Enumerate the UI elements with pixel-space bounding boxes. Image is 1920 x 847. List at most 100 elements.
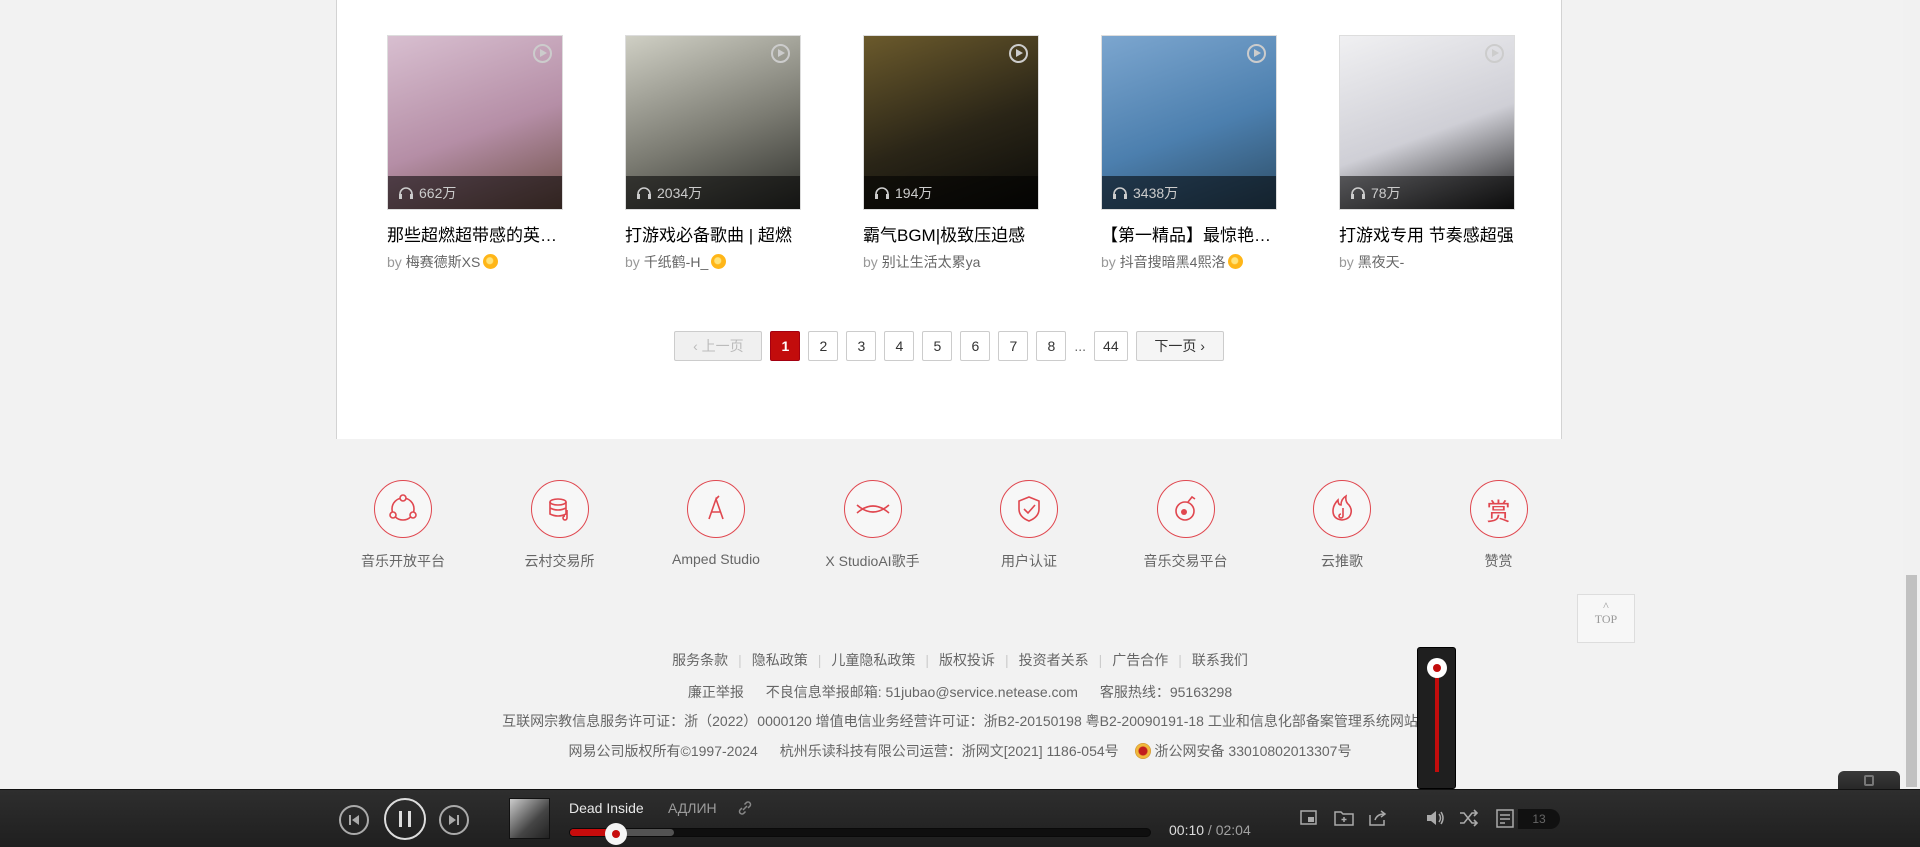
headphones-icon bbox=[399, 186, 413, 199]
page-8-button[interactable]: 8 bbox=[1036, 331, 1067, 361]
service-music-trade[interactable]: 音乐交易平台 bbox=[1106, 480, 1266, 571]
playlist-title[interactable]: 打游戏专用 节奏感超强 bbox=[1339, 221, 1515, 246]
playlist-title[interactable]: 霸气BGM|极致压迫感 bbox=[863, 221, 1039, 246]
playlist-cover[interactable]: 2034万 bbox=[625, 35, 801, 210]
playlist-cover[interactable]: 194万 bbox=[863, 35, 1039, 210]
artist-name[interactable]: АДЛИН bbox=[668, 800, 717, 816]
service-promote[interactable]: 云推歌 bbox=[1262, 480, 1422, 571]
reward-icon[interactable]: 赏 bbox=[1469, 480, 1528, 538]
playlist-title[interactable]: 那些超燃超带感的英文歌 bbox=[387, 221, 563, 246]
play-icon[interactable] bbox=[533, 44, 552, 63]
play-icon[interactable] bbox=[1485, 44, 1504, 63]
next-track-button[interactable] bbox=[439, 805, 469, 835]
service-amped-studio[interactable]: Amped Studio bbox=[636, 480, 796, 567]
report-link[interactable]: 廉正举报 bbox=[688, 684, 744, 700]
playlist-title[interactable]: 打游戏必备歌曲 | 超燃 bbox=[625, 221, 801, 246]
footer-link[interactable]: 隐私政策 bbox=[752, 652, 808, 668]
now-playing-cover[interactable] bbox=[509, 798, 550, 839]
lock-icon bbox=[1864, 775, 1874, 786]
add-to-folder-icon[interactable] bbox=[1333, 808, 1355, 828]
exchange-icon[interactable] bbox=[530, 480, 589, 538]
playlist-count[interactable]: 13 bbox=[1518, 809, 1560, 829]
playlist-grid: 662万 那些超燃超带感的英文歌 by 梅赛德斯XS 2034万 打游戏必备歌曲 | 超… bbox=[387, 35, 1515, 272]
author-link[interactable]: 千纸鹤-H_ bbox=[644, 254, 709, 270]
open-platform-icon[interactable] bbox=[374, 480, 432, 538]
service-label[interactable]: 用户认证 bbox=[949, 551, 1109, 571]
volume-knob[interactable] bbox=[1427, 658, 1447, 678]
prev-page-button[interactable]: ‹ 上一页 bbox=[674, 331, 763, 361]
source-link-icon[interactable] bbox=[737, 800, 753, 816]
service-label[interactable]: 音乐交易平台 bbox=[1106, 551, 1266, 571]
page-5-button[interactable]: 5 bbox=[922, 331, 953, 361]
playlist-card[interactable]: 3438万 【第一精品】最惊艳的歌 by 抖音搜暗黑4熙洛 bbox=[1101, 35, 1277, 272]
author-link[interactable]: 别让生活太累ya bbox=[882, 254, 981, 270]
playlist-cover[interactable]: 78万 bbox=[1339, 35, 1515, 210]
x-studio-icon[interactable] bbox=[843, 480, 902, 538]
previous-track-button[interactable] bbox=[339, 805, 369, 835]
next-page-button[interactable]: 下一页 › bbox=[1135, 331, 1224, 361]
volume-popup bbox=[1417, 647, 1456, 789]
page-7-button[interactable]: 7 bbox=[998, 331, 1029, 361]
report-email: 不良信息举报邮箱: 51jubao@service.netease.com bbox=[765, 684, 1078, 700]
service-label[interactable]: Amped Studio bbox=[636, 551, 796, 567]
page-scrollbar[interactable] bbox=[1903, 0, 1920, 789]
scrollbar-thumb[interactable] bbox=[1906, 575, 1917, 787]
volume-icon[interactable] bbox=[1424, 808, 1446, 828]
playlist-cover[interactable]: 3438万 bbox=[1101, 35, 1277, 210]
playlist-cover[interactable]: 662万 bbox=[387, 35, 563, 210]
page-last-button[interactable]: 44 bbox=[1094, 331, 1128, 361]
author-link[interactable]: 梅赛德斯XS bbox=[406, 254, 481, 270]
service-label[interactable]: 云村交易所 bbox=[480, 551, 640, 571]
player-lock-tab[interactable] bbox=[1838, 771, 1900, 791]
page-4-button[interactable]: 4 bbox=[884, 331, 915, 361]
playlist-card[interactable]: 194万 霸气BGM|极致压迫感 by 别让生活太累ya bbox=[863, 35, 1039, 272]
page-6-button[interactable]: 6 bbox=[960, 331, 991, 361]
progress-handle[interactable] bbox=[605, 823, 628, 845]
author-link[interactable]: 黑夜天- bbox=[1358, 254, 1405, 270]
cover-info-bar: 3438万 bbox=[1102, 176, 1276, 209]
picture-in-picture-icon[interactable] bbox=[1299, 808, 1319, 828]
playlist-title[interactable]: 【第一精品】最惊艳的歌 bbox=[1101, 221, 1277, 246]
shuffle-icon[interactable] bbox=[1458, 808, 1480, 828]
footer-link[interactable]: 广告合作 bbox=[1112, 652, 1168, 668]
play-icon[interactable] bbox=[1009, 44, 1028, 63]
playlist-icon[interactable] bbox=[1494, 808, 1518, 830]
footer-link[interactable]: 服务条款 bbox=[672, 652, 728, 668]
service-label[interactable]: X StudioAI歌手 bbox=[793, 551, 953, 571]
music-trade-icon[interactable] bbox=[1156, 480, 1215, 538]
amped-studio-icon[interactable] bbox=[687, 480, 745, 538]
footer-link[interactable]: 投资者关系 bbox=[1019, 652, 1089, 668]
service-label[interactable]: 音乐开放平台 bbox=[323, 551, 483, 571]
playlist-card[interactable]: 78万 打游戏专用 节奏感超强 by 黑夜天- bbox=[1339, 35, 1515, 272]
page-2-button[interactable]: 2 bbox=[808, 331, 839, 361]
playlist-card[interactable]: 2034万 打游戏必备歌曲 | 超燃 by 千纸鹤-H_ bbox=[625, 35, 801, 272]
progress-bar[interactable] bbox=[569, 823, 1151, 845]
back-to-top-button[interactable]: ^ TOP bbox=[1577, 594, 1635, 643]
footer-link[interactable]: 联系我们 bbox=[1192, 652, 1248, 668]
promote-icon[interactable] bbox=[1313, 480, 1371, 538]
service-label[interactable]: 云推歌 bbox=[1262, 551, 1422, 571]
service-label[interactable]: 赞赏 bbox=[1419, 551, 1579, 571]
play-icon[interactable] bbox=[1247, 44, 1266, 63]
footer-link[interactable]: 儿童隐私政策 bbox=[831, 652, 915, 668]
playlist-card[interactable]: 662万 那些超燃超带感的英文歌 by 梅赛德斯XS bbox=[387, 35, 563, 272]
headphones-icon bbox=[875, 186, 889, 199]
share-icon[interactable] bbox=[1367, 808, 1389, 828]
service-exchange[interactable]: 云村交易所 bbox=[480, 480, 640, 571]
police-record[interactable]: 浙公网安备 33010802013307号 bbox=[1134, 743, 1351, 759]
service-reward[interactable]: 赏赞赏 bbox=[1419, 480, 1579, 571]
page-1-button[interactable]: 1 bbox=[770, 331, 801, 361]
play-icon[interactable] bbox=[771, 44, 790, 63]
footer-link[interactable]: 版权投诉 bbox=[939, 652, 995, 668]
verify-shield-icon[interactable] bbox=[1000, 480, 1058, 538]
author-link[interactable]: 抖音搜暗黑4熙洛 bbox=[1120, 254, 1226, 270]
song-title[interactable]: Dead Inside bbox=[569, 800, 644, 816]
volume-track[interactable] bbox=[1435, 662, 1439, 772]
service-verify-shield[interactable]: 用户认证 bbox=[949, 480, 1109, 571]
page-3-button[interactable]: 3 bbox=[846, 331, 877, 361]
operator-license[interactable]: 杭州乐读科技有限公司运营：浙网文[2021] 1186-054号 bbox=[780, 743, 1119, 759]
service-open-platform[interactable]: 音乐开放平台 bbox=[323, 480, 483, 571]
service-x-studio[interactable]: X StudioAI歌手 bbox=[793, 480, 953, 571]
pause-button[interactable] bbox=[384, 798, 426, 840]
cover-info-bar: 78万 bbox=[1340, 176, 1514, 209]
